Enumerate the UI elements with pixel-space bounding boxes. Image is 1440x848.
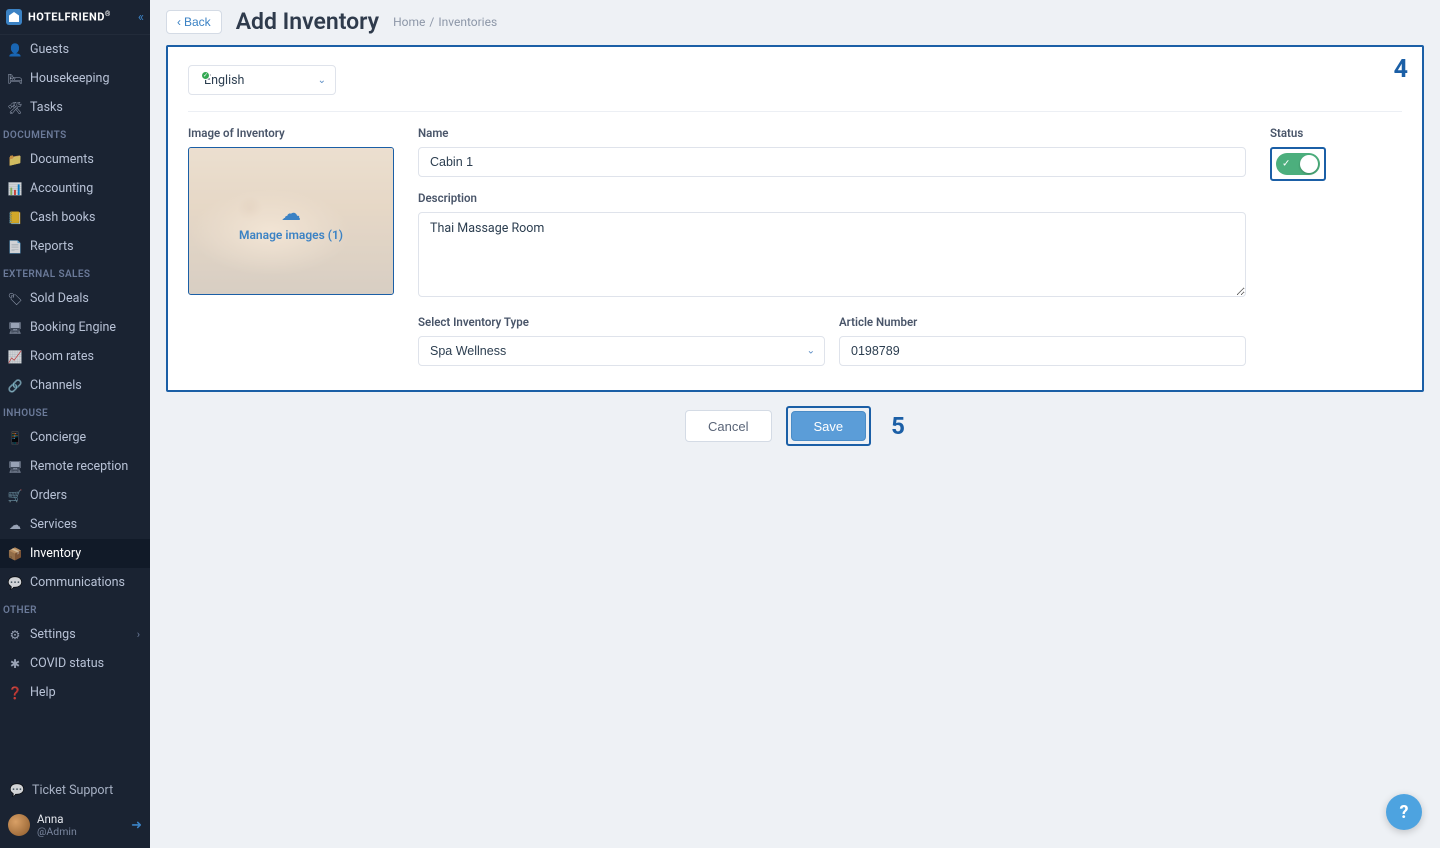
label-status: Status	[1270, 126, 1332, 140]
nav-inventory[interactable]: 📦Inventory	[0, 539, 150, 568]
nav-ticket-support[interactable]: 💬Ticket Support	[0, 774, 150, 807]
save-button[interactable]: Save	[791, 411, 867, 441]
communications-icon: 💬	[8, 576, 22, 590]
page-title: Add Inventory	[236, 8, 379, 35]
annotation-4: 4	[1394, 55, 1408, 84]
sidebar: HOTELFRIEND® « 👤Guests 🛏Housekeeping 🛠Ta…	[0, 0, 150, 848]
label-inventory-type: Select Inventory Type	[418, 315, 825, 329]
sold-deals-icon: 🏷	[8, 292, 22, 306]
user-name: Anna	[37, 813, 77, 826]
nav-documents[interactable]: 📁Documents	[0, 145, 150, 174]
label-description: Description	[418, 191, 1246, 205]
nav-communications[interactable]: 💬Communications	[0, 568, 150, 597]
avatar	[8, 814, 30, 836]
remote-reception-icon: 🖥	[8, 460, 22, 474]
help-fab[interactable]: ?	[1386, 794, 1422, 830]
check-icon: ✓	[1282, 159, 1290, 170]
nav-services[interactable]: ☁Services	[0, 510, 150, 539]
user-role: @Admin	[37, 826, 77, 838]
label-image: Image of Inventory	[188, 126, 394, 140]
accounting-icon: 📊	[8, 182, 22, 196]
language-value: English	[204, 73, 244, 88]
covid-icon: ✱	[8, 657, 22, 671]
nav-room-rates[interactable]: 📈Room rates	[0, 342, 150, 371]
name-input[interactable]	[418, 147, 1246, 177]
language-select[interactable]: ✓ English ⌄	[188, 65, 336, 95]
logout-icon[interactable]: ➜	[131, 818, 142, 833]
documents-icon: 📁	[8, 153, 22, 167]
nav: 👤Guests 🛏Housekeeping 🛠Tasks DOCUMENTS 📁…	[0, 35, 150, 774]
nav-reports[interactable]: 📄Reports	[0, 232, 150, 261]
cancel-button[interactable]: Cancel	[685, 410, 771, 442]
nav-orders[interactable]: 🛒Orders	[0, 481, 150, 510]
annotation-box-save: Save	[786, 406, 872, 446]
section-inhouse: INHOUSE	[0, 400, 150, 423]
room-rates-icon: 📈	[8, 350, 22, 364]
nav-tasks[interactable]: 🛠Tasks	[0, 93, 150, 122]
crumb-home[interactable]: Home	[393, 15, 425, 29]
ticket-icon: 💬	[10, 783, 24, 797]
inventory-type-select[interactable]	[418, 336, 825, 366]
user-panel[interactable]: Anna @Admin ➜	[0, 807, 150, 848]
main: ‹Back Add Inventory Home / Inventories 4…	[150, 0, 1440, 848]
nav-settings[interactable]: ⚙Settings›	[0, 620, 150, 649]
chevron-down-icon: ⌄	[318, 75, 326, 86]
booking-engine-icon: 🖥	[8, 321, 22, 335]
nav-housekeeping[interactable]: 🛏Housekeeping	[0, 64, 150, 93]
status-toggle[interactable]: ✓	[1276, 153, 1320, 175]
settings-icon: ⚙	[8, 628, 22, 642]
services-icon: ☁	[8, 518, 22, 532]
guests-icon: 👤	[8, 43, 22, 57]
section-external-sales: EXTERNAL SALES	[0, 261, 150, 284]
chevron-left-icon: ‹	[177, 15, 181, 29]
annotation-5: 5	[891, 412, 905, 440]
back-button[interactable]: ‹Back	[166, 10, 222, 34]
label-name: Name	[418, 126, 1246, 140]
label-article-number: Article Number	[839, 315, 1246, 329]
nav-channels[interactable]: 🔗Channels	[0, 371, 150, 400]
nav-sold-deals[interactable]: 🏷Sold Deals	[0, 284, 150, 313]
nav-help[interactable]: ❓Help	[0, 678, 150, 707]
sidebar-header: HOTELFRIEND® «	[0, 0, 150, 35]
tasks-icon: 🛠	[8, 101, 22, 115]
annotation-box-status: ✓	[1270, 147, 1326, 181]
section-other: OTHER	[0, 597, 150, 620]
image-uploader[interactable]: ☁ Manage images (1)	[188, 147, 394, 295]
nav-remote-reception[interactable]: 🖥Remote reception	[0, 452, 150, 481]
manage-images-link[interactable]: Manage images (1)	[239, 228, 343, 242]
channels-icon: 🔗	[8, 379, 22, 393]
nav-concierge[interactable]: 📱Concierge	[0, 423, 150, 452]
form-card: 4 ✓ English ⌄ Image of Inventory ☁ Manag…	[166, 45, 1424, 392]
collapse-sidebar-icon[interactable]: «	[138, 10, 144, 25]
form-actions: Cancel Save 5	[150, 406, 1440, 446]
logo-icon	[6, 9, 22, 25]
nav-covid-status[interactable]: ✱COVID status	[0, 649, 150, 678]
brand-name: HOTELFRIEND®	[28, 10, 111, 24]
breadcrumb: Home / Inventories	[393, 15, 497, 29]
article-number-input[interactable]	[839, 336, 1246, 366]
chevron-right-icon: ›	[137, 628, 140, 641]
nav-guests[interactable]: 👤Guests	[0, 35, 150, 64]
help-icon: ❓	[8, 686, 22, 700]
page-header: ‹Back Add Inventory Home / Inventories	[150, 0, 1440, 45]
nav-accounting[interactable]: 📊Accounting	[0, 174, 150, 203]
orders-icon: 🛒	[8, 489, 22, 503]
inventory-icon: 📦	[8, 547, 22, 561]
reports-icon: 📄	[8, 240, 22, 254]
crumb-inventories[interactable]: Inventories	[438, 15, 497, 29]
cash-books-icon: 📒	[8, 211, 22, 225]
description-textarea[interactable]: Thai Massage Room	[418, 212, 1246, 297]
divider	[188, 111, 1402, 112]
upload-icon: ☁	[281, 201, 301, 225]
section-documents: DOCUMENTS	[0, 122, 150, 145]
housekeeping-icon: 🛏	[8, 72, 22, 86]
toggle-knob	[1300, 155, 1318, 173]
check-icon: ✓	[201, 71, 210, 80]
concierge-icon: 📱	[8, 431, 22, 445]
nav-cash-books[interactable]: 📒Cash books	[0, 203, 150, 232]
nav-booking-engine[interactable]: 🖥Booking Engine	[0, 313, 150, 342]
